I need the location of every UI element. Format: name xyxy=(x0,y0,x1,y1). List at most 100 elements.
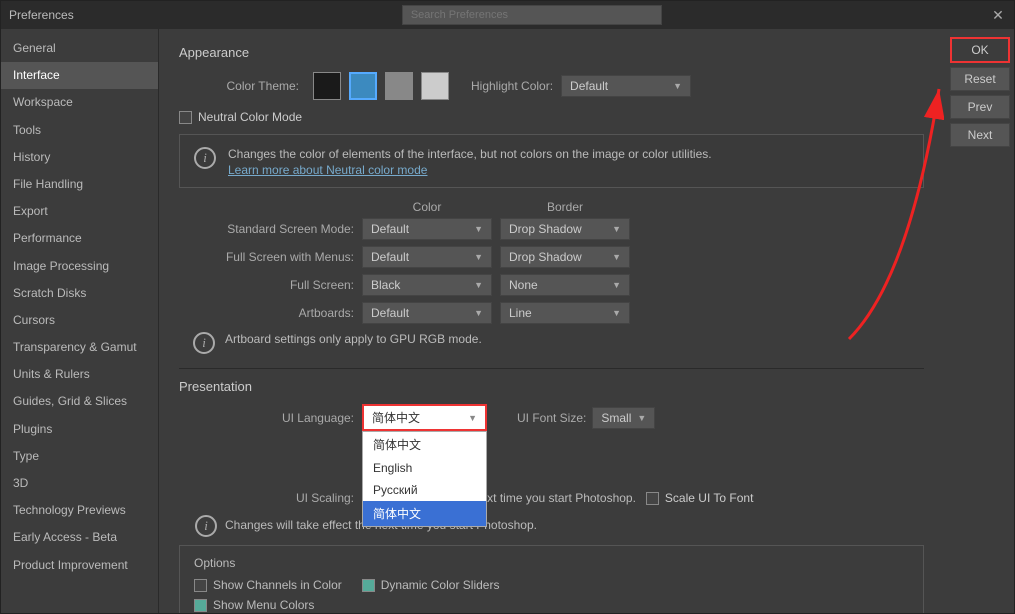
sidebar-item-general[interactable]: General xyxy=(1,35,158,62)
theme-swatch-medium[interactable] xyxy=(385,72,413,100)
chevron-down-icon: ▼ xyxy=(474,252,483,262)
sidebar-item-image-processing[interactable]: Image Processing xyxy=(1,253,158,280)
chevron-down-icon: ▼ xyxy=(474,280,483,290)
presentation-title: Presentation xyxy=(179,379,924,394)
sidebar-item-transparency-gamut[interactable]: Transparency & Gamut xyxy=(1,334,158,361)
content-area: Appearance Color Theme: Highlight Color:… xyxy=(159,29,944,613)
artboards-color-dropdown[interactable]: Default ▼ xyxy=(362,302,492,324)
fullscreen-border-dropdown[interactable]: None ▼ xyxy=(500,274,630,296)
appearance-title: Appearance xyxy=(179,45,924,60)
fullscreen-menus-color-value: Default xyxy=(371,250,409,264)
neutral-color-label: Neutral Color Mode xyxy=(198,110,302,124)
close-button[interactable]: ✕ xyxy=(990,7,1006,23)
language-dropdown: 简体中文 English Русский 简体中文 xyxy=(362,431,487,527)
info-link[interactable]: Learn more about Neutral color mode xyxy=(228,163,712,177)
language-selector[interactable]: 简体中文 ▼ 简体中文 English Русский 简体中文 xyxy=(362,404,487,431)
standard-color-dropdown[interactable]: Default ▼ xyxy=(362,218,492,240)
lang-option-simplified-chinese-2[interactable]: 简体中文 xyxy=(363,501,486,526)
artboards-color-value: Default xyxy=(371,306,409,320)
lang-option-simplified-chinese-1[interactable]: 简体中文 xyxy=(363,432,486,457)
fullscreen-label: Full Screen: xyxy=(179,278,354,292)
standard-color-value: Default xyxy=(371,222,409,236)
language-input[interactable]: 简体中文 ▼ xyxy=(362,404,487,431)
standard-border-value: Drop Shadow xyxy=(509,222,582,236)
fullscreen-menus-border-dropdown[interactable]: Drop Shadow ▼ xyxy=(500,246,630,268)
chevron-down-icon: ▼ xyxy=(474,308,483,318)
sidebar-item-plugins[interactable]: Plugins xyxy=(1,416,158,443)
standard-border-dropdown[interactable]: Drop Shadow ▼ xyxy=(500,218,630,240)
options-row-2: Show Menu Colors xyxy=(194,598,909,612)
sidebar-item-tech-previews[interactable]: Technology Previews xyxy=(1,497,158,524)
artboard-info-box: i Artboard settings only apply to GPU RG… xyxy=(179,330,924,354)
next-button[interactable]: Next xyxy=(950,123,1010,147)
artboards-border-value: Line xyxy=(509,306,532,320)
fullscreen-color-value: Black xyxy=(371,278,400,292)
show-menu-option: Show Menu Colors xyxy=(194,598,314,612)
sidebar-item-early-access[interactable]: Early Access - Beta xyxy=(1,524,158,551)
chevron-down-icon: ▼ xyxy=(612,308,621,318)
sidebar-item-performance[interactable]: Performance xyxy=(1,225,158,252)
sidebar-item-tools[interactable]: Tools xyxy=(1,117,158,144)
fullscreen-row: Full Screen: Black ▼ None ▼ xyxy=(179,274,924,296)
show-menu-checkbox[interactable] xyxy=(194,599,207,612)
options-section: Options Show Channels in Color Dynamic C… xyxy=(179,545,924,613)
sidebar-item-product-improvement[interactable]: Product Improvement xyxy=(1,552,158,579)
neutral-color-checkbox[interactable] xyxy=(179,111,192,124)
fullscreen-menus-label: Full Screen with Menus: xyxy=(179,250,354,264)
standard-screen-row: Standard Screen Mode: Default ▼ Drop Sha… xyxy=(179,218,924,240)
sidebar-item-workspace[interactable]: Workspace xyxy=(1,89,158,116)
chevron-down-icon: ▼ xyxy=(474,224,483,234)
prev-button[interactable]: Prev xyxy=(950,95,1010,119)
sidebar-item-units-rulers[interactable]: Units & Rulers xyxy=(1,361,158,388)
show-channels-option: Show Channels in Color xyxy=(194,578,342,592)
ui-font-size-label: UI Font Size: xyxy=(517,411,586,425)
chevron-down-icon: ▼ xyxy=(612,252,621,262)
theme-swatch-dark[interactable] xyxy=(313,72,341,100)
sidebar-item-file-handling[interactable]: File Handling xyxy=(1,171,158,198)
action-buttons: OK Reset Prev Next xyxy=(944,29,1014,613)
color-theme-label: Color Theme: xyxy=(179,79,299,93)
lang-option-english[interactable]: English xyxy=(363,457,486,479)
ui-scaling-row: UI Scaling: s will take effect the next … xyxy=(179,491,924,505)
scale-to-font-label: Scale UI To Font xyxy=(665,491,754,505)
ui-font-size-value: Small xyxy=(601,411,631,425)
show-channels-label: Show Channels in Color xyxy=(213,578,342,592)
col-header-border: Border xyxy=(500,200,630,214)
ui-font-size-dropdown[interactable]: Small ▼ xyxy=(592,407,655,429)
dynamic-sliders-checkbox[interactable] xyxy=(362,579,375,592)
scale-to-font-checkbox[interactable] xyxy=(646,492,659,505)
theme-swatch-blue[interactable] xyxy=(349,72,377,100)
ok-button[interactable]: OK xyxy=(950,37,1010,63)
chevron-down-icon: ▼ xyxy=(637,413,646,423)
fullscreen-menus-border-value: Drop Shadow xyxy=(509,250,582,264)
scale-ui-to-font-option: Scale UI To Font xyxy=(646,491,754,505)
options-title: Options xyxy=(194,556,909,570)
sidebar-item-history[interactable]: History xyxy=(1,144,158,171)
search-input[interactable] xyxy=(402,5,662,25)
fullscreen-color-dropdown[interactable]: Black ▼ xyxy=(362,274,492,296)
standard-screen-label: Standard Screen Mode: xyxy=(179,222,354,236)
sidebar-item-scratch-disks[interactable]: Scratch Disks xyxy=(1,280,158,307)
lang-option-russian[interactable]: Русский xyxy=(363,479,486,501)
sidebar-item-3d[interactable]: 3D xyxy=(1,470,158,497)
artboards-label: Artboards: xyxy=(179,306,354,320)
ui-language-label: UI Language: xyxy=(179,411,354,425)
chevron-down-icon: ▼ xyxy=(468,413,477,423)
artboard-info-text: Artboard settings only apply to GPU RGB … xyxy=(225,330,482,348)
sidebar-item-interface[interactable]: Interface xyxy=(1,62,158,89)
artboards-border-dropdown[interactable]: Line ▼ xyxy=(500,302,630,324)
sidebar-item-export[interactable]: Export xyxy=(1,198,158,225)
reset-button[interactable]: Reset xyxy=(950,67,1010,91)
artboards-row: Artboards: Default ▼ Line ▼ xyxy=(179,302,924,324)
scaling-info-row: i Changes will take effect the next time… xyxy=(179,513,924,537)
show-channels-checkbox[interactable] xyxy=(194,579,207,592)
fullscreen-border-value: None xyxy=(509,278,538,292)
fullscreen-menus-color-dropdown[interactable]: Default ▼ xyxy=(362,246,492,268)
sidebar-item-cursors[interactable]: Cursors xyxy=(1,307,158,334)
sidebar-item-guides-grid-slices[interactable]: Guides, Grid & Slices xyxy=(1,388,158,415)
sidebar-item-type[interactable]: Type xyxy=(1,443,158,470)
theme-swatch-light[interactable] xyxy=(421,72,449,100)
info-box: i Changes the color of elements of the i… xyxy=(179,134,924,188)
highlight-color-dropdown[interactable]: Default ▼ xyxy=(561,75,691,97)
highlight-color-label: Highlight Color: xyxy=(471,79,553,93)
